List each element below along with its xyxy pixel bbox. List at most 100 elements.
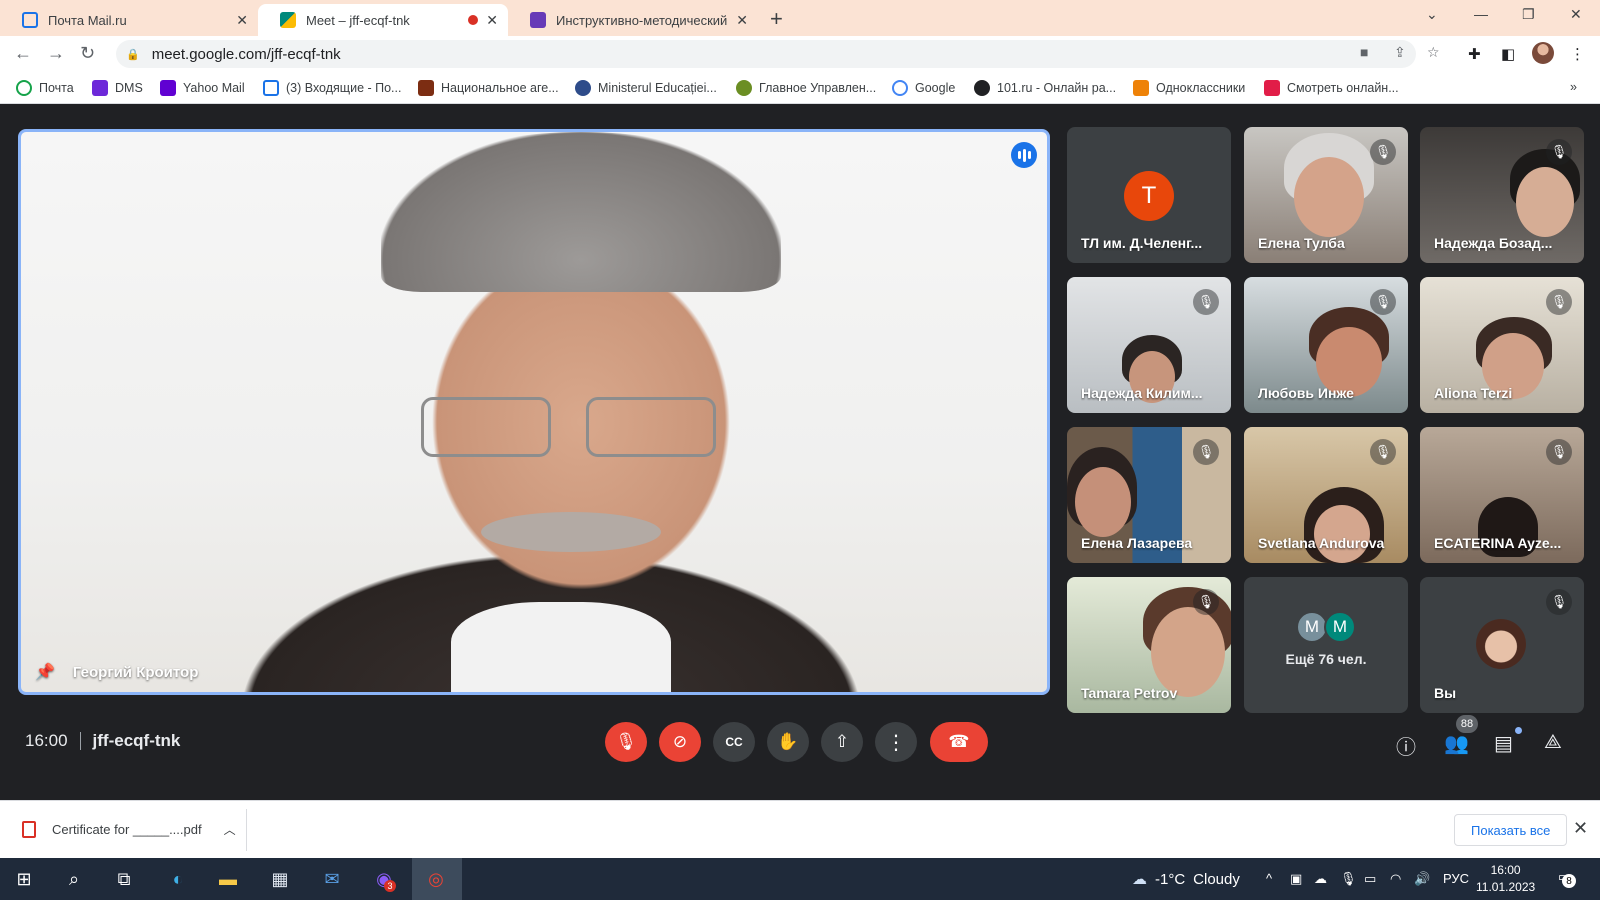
participant-video	[1075, 467, 1131, 537]
chrome-icon[interactable]: ◎	[424, 867, 448, 891]
chevron-up-icon[interactable]: ︿	[224, 821, 236, 838]
tab-forms[interactable]: Инструктивно-методический се ✕	[508, 4, 758, 36]
bookmark-icon	[92, 80, 108, 96]
clock[interactable]: 16:00 11.01.2023	[1476, 862, 1535, 896]
bookmark-label: 101.ru - Онлайн ра...	[997, 81, 1117, 95]
meeting-info-bar: 16:00 jff-ecqf-tnk	[25, 731, 180, 751]
leave-call-button[interactable]: ☎	[930, 722, 988, 762]
battery-icon[interactable]: ▭	[1364, 871, 1376, 887]
mic-toggle-button[interactable]: 🎙	[605, 722, 647, 762]
main-speaker-tile[interactable]: 📌 Георгий Кроитор	[18, 129, 1050, 695]
edge-icon[interactable]: ◐	[166, 867, 190, 891]
camera-toggle-button[interactable]: ⊘	[659, 722, 701, 762]
present-button[interactable]: ⇧	[821, 722, 863, 762]
chevron-up-icon[interactable]: ^	[1266, 871, 1272, 886]
restore-icon[interactable]: ❐	[1522, 6, 1535, 23]
captions-button[interactable]: CC	[713, 722, 755, 762]
participant-name: ECATERINA Ayze...	[1434, 535, 1562, 551]
bookmarks-overflow[interactable]: »	[1570, 80, 1577, 94]
bookmark-item[interactable]: Одноклассники	[1133, 80, 1245, 96]
activities-icon[interactable]: ⟁	[1544, 731, 1562, 754]
tab-mail[interactable]: Почта Mail.ru ✕	[0, 4, 258, 36]
file-explorer-icon[interactable]: ▬	[216, 867, 240, 891]
bookmark-item[interactable]: Главное Управлен...	[736, 80, 876, 96]
mic-off-icon: 🎙	[1546, 589, 1572, 615]
close-icon[interactable]: ✕	[736, 12, 748, 29]
clock-time: 16:00	[1490, 863, 1521, 877]
meeting-details-icon[interactable]: ⓘ	[1396, 731, 1416, 760]
download-item[interactable]: Certificate for _____....pdf ︿	[22, 821, 236, 838]
participant-tile[interactable]: 🎙 Елена Лазарева	[1067, 427, 1231, 563]
chat-icon[interactable]: ▤	[1494, 731, 1513, 756]
participant-tile[interactable]: 🎙 Tamara Petrov	[1067, 577, 1231, 713]
mail-app-icon[interactable]: ✉	[320, 867, 344, 891]
onedrive-icon[interactable]: ☁	[1314, 871, 1327, 887]
address-bar[interactable]: 🔒 meet.google.com/jff-ecqf-tnk	[116, 40, 1416, 68]
bookmark-icon	[16, 80, 32, 96]
bookmark-item[interactable]: Смотреть онлайн...	[1264, 80, 1399, 96]
bookmark-item[interactable]: (3) Входящие - По...	[263, 80, 401, 96]
speaking-indicator-icon	[1011, 142, 1037, 168]
bookmark-item[interactable]: Национальное аге...	[418, 80, 559, 96]
weather-widget[interactable]: ☁ -1°C Cloudy	[1132, 870, 1240, 889]
input-language[interactable]: РУС	[1443, 871, 1469, 886]
participant-tile[interactable]: T ТЛ им. Д.Челенг...	[1067, 127, 1231, 263]
device-icon[interactable]: ▣	[1290, 871, 1302, 887]
pin-icon[interactable]: 📌	[35, 662, 55, 682]
bookmark-label: Главное Управлен...	[759, 81, 877, 95]
menu-icon[interactable]: ⋮	[1570, 45, 1585, 63]
participant-tile[interactable]: 🎙 Надежда Бозад...	[1420, 127, 1584, 263]
minimize-icon[interactable]: —	[1474, 6, 1488, 22]
more-options-button[interactable]: ⋮	[875, 722, 917, 762]
bookmark-label: (3) Входящие - По...	[286, 81, 402, 95]
participant-tile[interactable]: 🎙 Любовь Инже	[1244, 277, 1408, 413]
camera-in-use-icon[interactable]: ■	[1360, 44, 1368, 60]
tab-title: Инструктивно-методический се	[556, 12, 729, 28]
microphone-icon[interactable]: 🎙	[1340, 871, 1357, 887]
windows-start-icon[interactable]: ⊞	[12, 867, 36, 891]
share-icon[interactable]: ⇪	[1394, 44, 1406, 61]
reload-icon[interactable]: ↻	[80, 43, 95, 64]
participant-tile[interactable]: 🎙 Svetlana Andurova	[1244, 427, 1408, 563]
bookmark-item[interactable]: Ministerul Educației...	[575, 80, 717, 96]
profile-avatar[interactable]	[1532, 42, 1554, 64]
self-avatar	[1476, 619, 1526, 669]
bookmark-item[interactable]: Google	[892, 80, 955, 96]
side-panel-icon[interactable]: ◧	[1501, 45, 1515, 63]
more-participants-label: Ещё 76 чел.	[1285, 651, 1367, 667]
tab-title: Meet – jff-ecqf-tnk	[306, 12, 410, 28]
raise-hand-button[interactable]: ✋	[767, 722, 809, 762]
more-participants-tile[interactable]: M M Ещё 76 чел.	[1244, 577, 1408, 713]
wifi-icon[interactable]: ◠	[1390, 871, 1401, 887]
participant-tile[interactable]: 🎙 Aliona Terzi	[1420, 277, 1584, 413]
self-tile[interactable]: 🎙 Вы	[1420, 577, 1584, 713]
back-icon[interactable]: ←	[14, 43, 32, 64]
participant-tile[interactable]: 🎙 Надежда Килим...	[1067, 277, 1231, 413]
volume-icon[interactable]: 🔊	[1414, 871, 1430, 887]
close-icon[interactable]: ✕	[1573, 818, 1588, 839]
show-all-downloads-button[interactable]: Показать все	[1454, 814, 1568, 846]
bookmark-label: Одноклассники	[1156, 81, 1246, 95]
close-icon[interactable]: ✕	[486, 12, 498, 29]
meet-icon	[280, 12, 296, 28]
new-tab-icon[interactable]: +	[770, 6, 783, 32]
tab-meet[interactable]: Meet – jff-ecqf-tnk ✕	[258, 4, 508, 36]
mic-off-icon: 🎙	[1546, 439, 1572, 465]
tab-search-icon[interactable]: ⌄	[1426, 6, 1438, 23]
search-icon[interactable]: ⌕	[62, 867, 86, 891]
participant-tile[interactable]: 🎙 ECATERINA Ayze...	[1420, 427, 1584, 563]
forward-icon[interactable]: →	[47, 43, 65, 64]
participant-tile[interactable]: 🎙 Елена Тулба	[1244, 127, 1408, 263]
bookmark-star-icon[interactable]: ☆	[1427, 44, 1440, 61]
task-view-icon[interactable]: ⧉	[112, 867, 136, 891]
bookmark-item[interactable]: 101.ru - Онлайн ра...	[974, 80, 1116, 96]
bookmark-item[interactable]: Yahoo Mail	[160, 80, 245, 96]
store-icon[interactable]: ▦	[268, 867, 292, 891]
viber-badge: 3	[384, 880, 396, 892]
close-icon[interactable]: ✕	[236, 12, 248, 29]
bookmark-item[interactable]: DMS	[92, 80, 143, 96]
people-icon[interactable]: 👥	[1444, 731, 1469, 756]
extensions-icon[interactable]: ✚	[1468, 45, 1481, 63]
bookmark-item[interactable]: Почта	[16, 80, 74, 96]
window-close-icon[interactable]: ✕	[1570, 6, 1582, 23]
